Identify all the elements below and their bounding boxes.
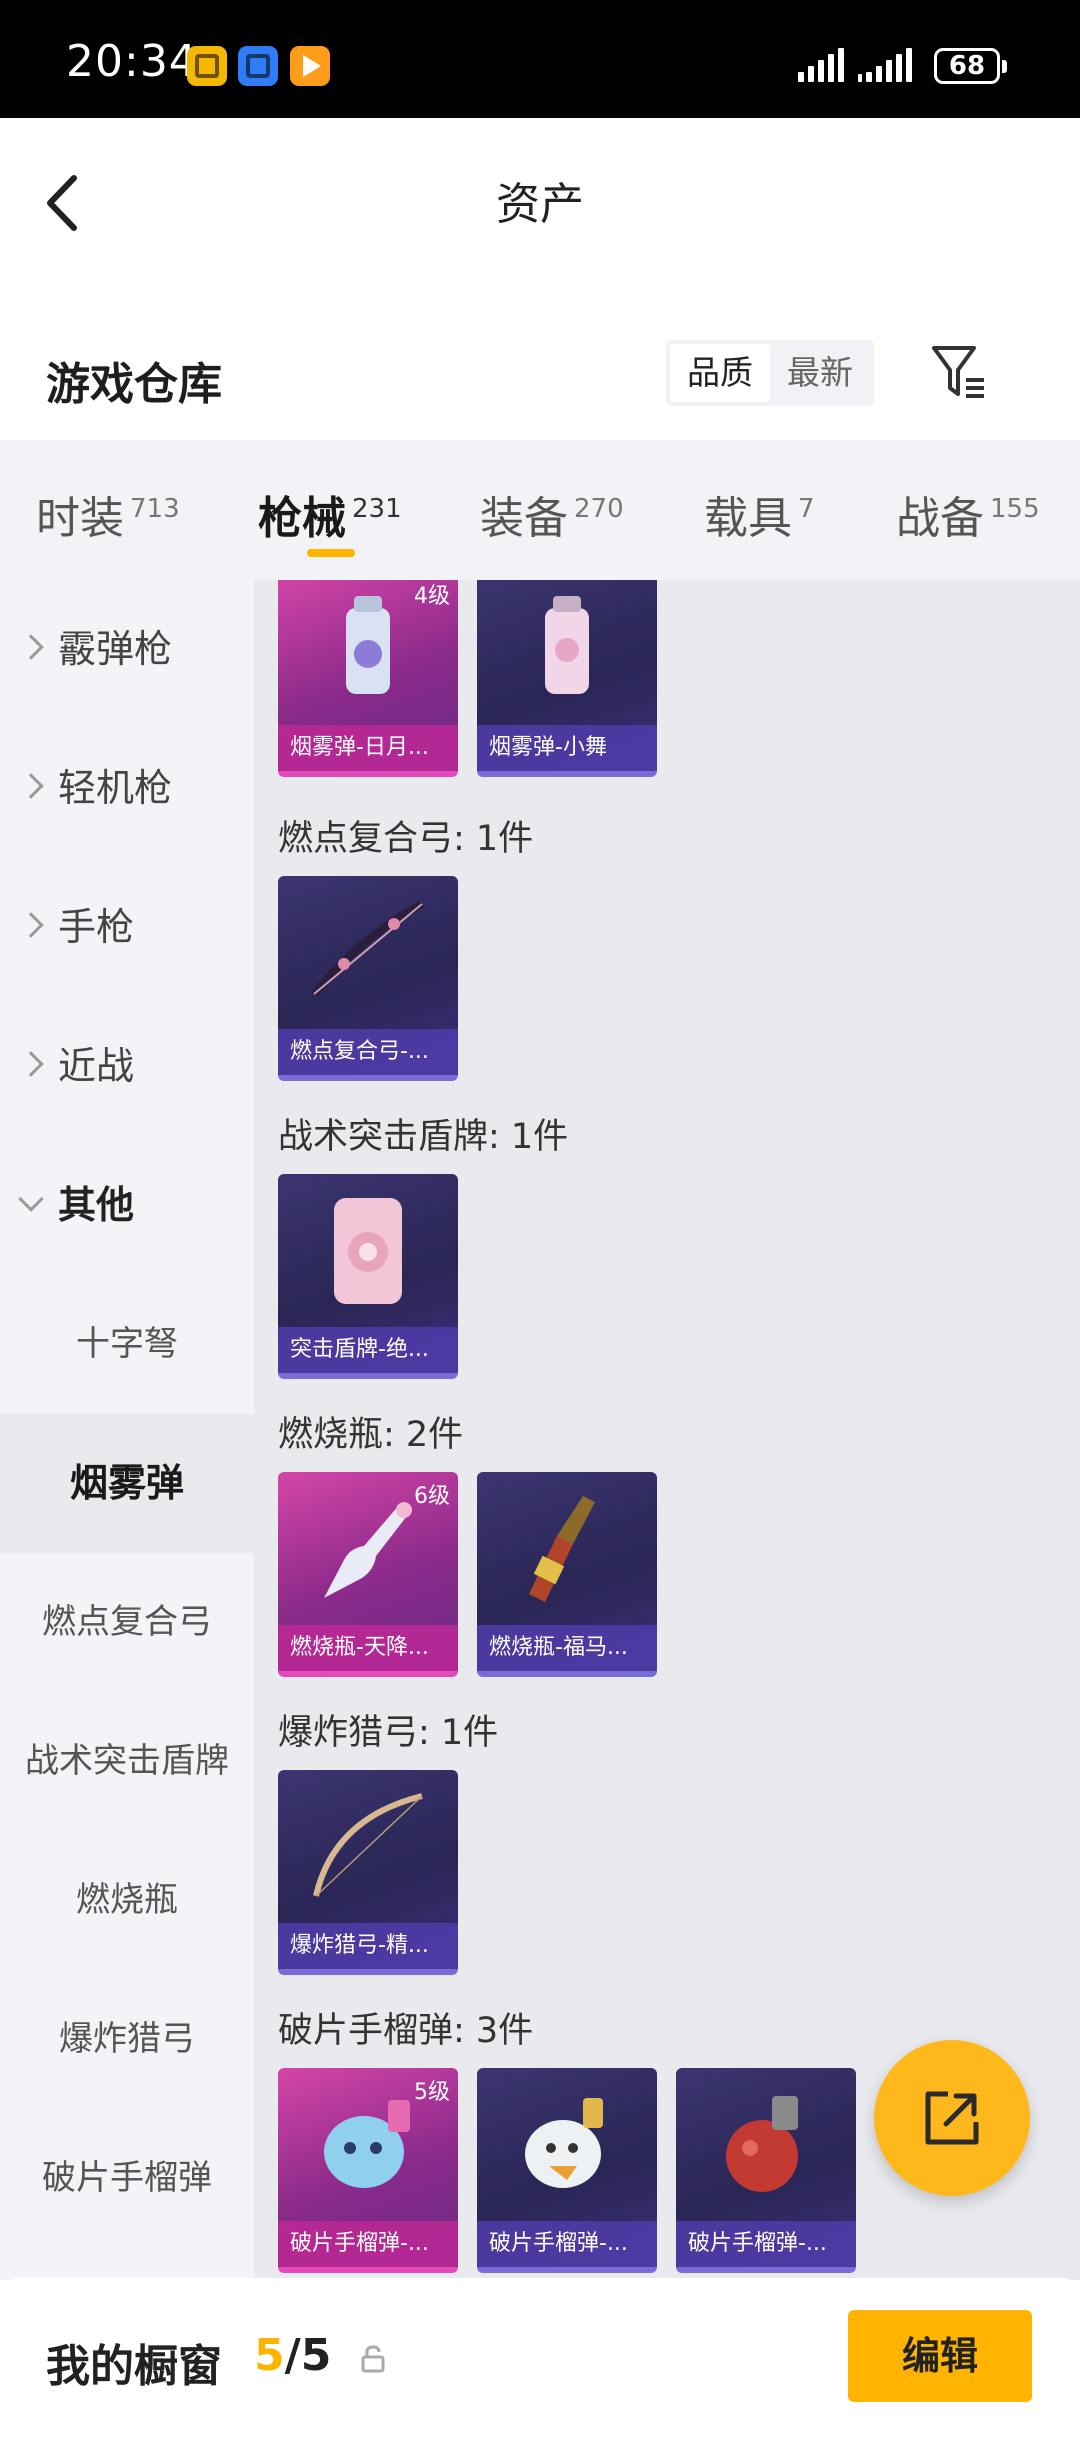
item-name: 燃烧瓶-天降...	[278, 1625, 458, 1671]
item-level: 4级	[414, 584, 450, 609]
bottom-bar: 我的橱窗 5/5 编辑	[0, 2278, 1080, 2438]
sidebar-subitem-crossbow[interactable]: 十字弩	[0, 1275, 254, 1414]
item-name: 突击盾牌-绝...	[278, 1327, 458, 1373]
showcase-count: 5/5	[254, 2330, 332, 2381]
sidebar-item-other[interactable]: 其他	[0, 1136, 254, 1275]
shield-icon	[334, 1198, 402, 1304]
item-name: 爆炸猎弓-精...	[278, 1923, 458, 1969]
chevron-right-icon	[18, 772, 44, 799]
item-card[interactable]: 突击盾牌-绝...	[278, 1174, 458, 1379]
chevron-right-icon	[18, 911, 44, 938]
battery-icon: 68	[934, 48, 1007, 84]
tab-fashion[interactable]: 时装 713	[36, 482, 180, 546]
frag-grenade-icon	[324, 2100, 410, 2188]
item-level: 6级	[414, 1484, 450, 1509]
item-card[interactable]: 爆炸猎弓-精...	[278, 1770, 458, 1975]
hunting-bow-icon	[313, 1793, 423, 1897]
sort-latest-button[interactable]: 最新	[770, 344, 870, 402]
share-button[interactable]	[874, 2040, 1030, 2196]
compound-bow-icon	[310, 900, 424, 997]
external-link-icon	[925, 2091, 979, 2145]
item-card[interactable]: 破片手榴弹-...	[676, 2068, 856, 2273]
tab-equipment[interactable]: 装备 270	[480, 482, 624, 546]
edit-button[interactable]: 编辑	[848, 2310, 1032, 2402]
item-name: 燃点复合弓-...	[278, 1029, 458, 1075]
item-list: 4级 烟雾弹-日月... 烟雾弹-小舞 燃点复合弓: 1件 燃点复合弓-... …	[254, 580, 1080, 2280]
item-name: 燃烧瓶-福马...	[477, 1625, 657, 1671]
app-notification-icon	[238, 46, 278, 86]
sidebar-subitem-molotov[interactable]: 燃烧瓶	[0, 1831, 254, 1970]
active-tab-indicator	[307, 549, 355, 557]
sort-quality-button[interactable]: 品质	[670, 344, 770, 402]
signal-icon	[798, 48, 844, 82]
smoke-grenade-icon	[545, 596, 589, 694]
item-name: 破片手榴弹-...	[278, 2221, 458, 2267]
tab-vehicles[interactable]: 载具 7	[704, 482, 815, 546]
sidebar-item-pistol[interactable]: 手枪	[0, 858, 254, 997]
item-name: 破片手榴弹-...	[676, 2221, 856, 2267]
signal-icon	[858, 48, 912, 82]
sidebar-item-melee[interactable]: 近战	[0, 997, 254, 1136]
item-name: 烟雾弹-日月...	[278, 725, 458, 771]
item-card[interactable]: 5级 破片手榴弹-...	[278, 2068, 458, 2273]
item-card[interactable]: 破片手榴弹-...	[477, 2068, 657, 2273]
section-header: 游戏仓库 品质 最新	[0, 320, 1080, 440]
showcase-label: 我的橱窗	[46, 2341, 222, 2392]
status-time: 20:34	[66, 36, 198, 87]
group-title: 燃点复合弓: 1件	[278, 819, 534, 859]
item-card[interactable]: 燃点复合弓-...	[278, 876, 458, 1081]
sidebar-subitem-tactical-shield[interactable]: 战术突击盾牌	[0, 1692, 254, 1831]
sidebar: 霰弹枪 轻机枪 手枪 近战 其他 十字弩 烟雾弹 燃点复合弓 战术突击盾牌 燃烧…	[0, 580, 254, 2280]
molotov-icon	[529, 1496, 595, 1602]
item-card[interactable]: 燃烧瓶-福马...	[477, 1472, 657, 1677]
page-title: 资产	[496, 179, 584, 230]
sidebar-item-lmg[interactable]: 轻机枪	[0, 719, 254, 858]
smoke-grenade-icon	[346, 596, 390, 694]
group-title: 爆炸猎弓: 1件	[278, 1713, 499, 1753]
lock-icon	[361, 2345, 385, 2373]
chevron-down-icon	[18, 1185, 44, 1212]
frag-grenade-icon	[525, 2098, 603, 2188]
filter-icon[interactable]	[930, 342, 988, 404]
chevron-right-icon	[18, 1050, 44, 1077]
item-name: 烟雾弹-小舞	[477, 725, 657, 771]
category-tabs: 时装 713 枪械 231 装备 270 载具 7 战备 155	[0, 440, 1080, 580]
sidebar-subitem-compound-bow[interactable]: 燃点复合弓	[0, 1553, 254, 1692]
section-title: 游戏仓库	[46, 359, 222, 410]
group-title: 战术突击盾牌: 1件	[278, 1117, 569, 1157]
status-bar: 20:34 68	[0, 0, 1080, 118]
group-title: 燃烧瓶: 2件	[278, 1415, 464, 1455]
sidebar-item-shotgun[interactable]: 霰弹枪	[0, 580, 254, 719]
title-bar: 资产	[0, 118, 1080, 283]
sidebar-subitem-hunting-bow[interactable]: 爆炸猎弓	[0, 1970, 254, 2109]
item-level: 5级	[414, 2080, 450, 2105]
video-app-icon	[290, 46, 330, 86]
tab-combat-supplies[interactable]: 战备 155	[896, 482, 1040, 546]
sidebar-subitem-smoke-grenade[interactable]: 烟雾弹	[0, 1414, 254, 1553]
item-name: 破片手榴弹-...	[477, 2221, 657, 2267]
sidebar-subitem-frag-grenade[interactable]: 破片手榴弹	[0, 2109, 254, 2248]
group-title: 破片手榴弹: 3件	[278, 2011, 534, 2051]
app-notification-icon	[187, 46, 227, 86]
item-card[interactable]: 6级 燃烧瓶-天降...	[278, 1472, 458, 1677]
item-card[interactable]: 烟雾弹-小舞	[477, 580, 657, 777]
tab-firearms[interactable]: 枪械 231	[258, 482, 402, 546]
frag-grenade-icon	[726, 2096, 798, 2192]
molotov-icon	[324, 1502, 412, 1598]
sort-toggle: 品质 最新	[666, 340, 874, 406]
chevron-right-icon	[18, 633, 44, 660]
item-card[interactable]: 4级 烟雾弹-日月...	[278, 580, 458, 777]
